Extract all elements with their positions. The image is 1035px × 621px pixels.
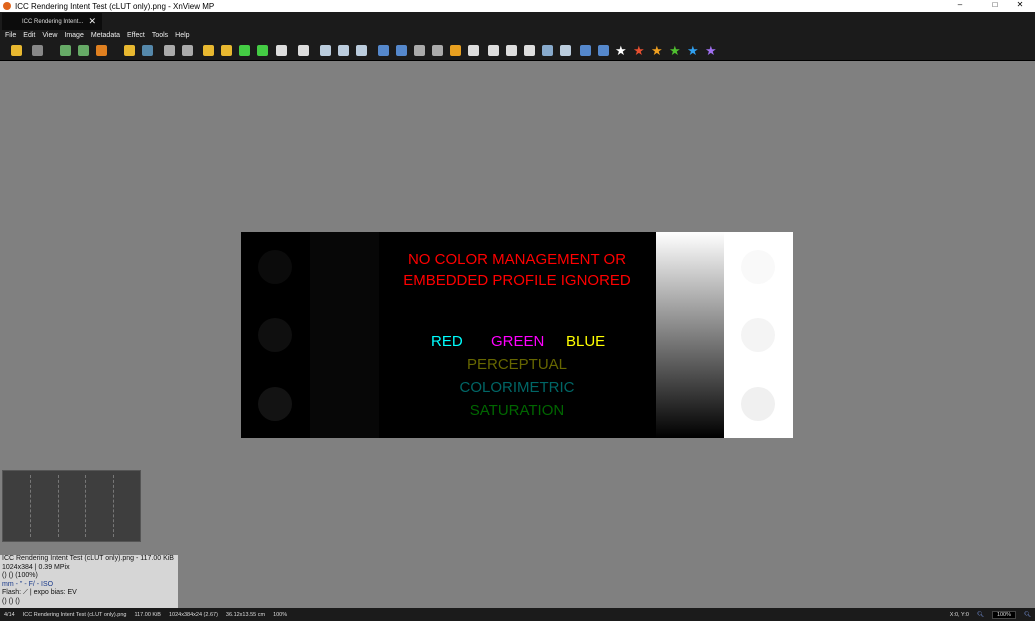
navigator-thumbnail[interactable] [2, 470, 141, 542]
status-physical: 36.12x13.55 cm [225, 611, 266, 618]
toolbar-button-24[interactable] [468, 45, 479, 56]
menu-effect[interactable]: Effect [127, 32, 145, 39]
toolbar-button-26[interactable] [506, 45, 517, 56]
menu-tools[interactable]: Tools [152, 32, 168, 39]
info-line: () () (100%) [2, 572, 38, 580]
menu-help[interactable]: Help [175, 32, 189, 39]
menu-file[interactable]: File [5, 32, 16, 39]
image-text-line1: NO COLOR MANAGEMENT OR [407, 251, 627, 268]
toolbar-button-29[interactable] [560, 45, 571, 56]
image-text-red: RED [431, 333, 463, 350]
circle [741, 387, 775, 421]
toolbar-button-7[interactable] [142, 45, 153, 56]
toolbar-button-1[interactable] [11, 45, 22, 56]
info-line: () () () [2, 597, 20, 605]
toolbar-button-19[interactable] [378, 45, 389, 56]
image-text-perceptual: PERCEPTUAL [466, 356, 568, 373]
toolbar-button-16[interactable] [320, 45, 331, 56]
rating-star-icon[interactable]: ★ [705, 43, 717, 59]
zoom-in-icon[interactable]: 🔍︎ [1024, 612, 1031, 618]
info-panel: ICC Rendering Intent Test (cLUT only).pn… [0, 555, 178, 608]
rating-star-icon[interactable]: ★ [687, 43, 699, 59]
toolbar-button-12[interactable] [239, 45, 250, 56]
toolbar-button-4[interactable] [78, 45, 89, 56]
toolbar-button-9[interactable] [182, 45, 193, 56]
rating-star-icon[interactable]: ★ [615, 43, 627, 59]
menu-metadata[interactable]: Metadata [91, 32, 120, 39]
minimize-button[interactable]: – [945, 0, 975, 9]
menu-image[interactable]: Image [64, 32, 83, 39]
toolbar-button-14[interactable] [276, 45, 287, 56]
toolbar-button-5[interactable] [96, 45, 107, 56]
info-line: 1024x384 | 0.39 MPix [2, 563, 70, 571]
image-strip [310, 232, 379, 438]
circle [258, 250, 292, 284]
rating-star-icon[interactable]: ★ [633, 43, 645, 59]
image-text-line2: EMBEDDED PROFILE IGNORED [403, 272, 631, 289]
toolbar-button-27[interactable] [524, 45, 535, 56]
status-index: 4/14 [4, 611, 15, 618]
toolbar-button-20[interactable] [396, 45, 407, 56]
status-coords: X:0, Y:0 [949, 611, 969, 618]
tab-bar: ICC Rendering Intent... ✕ [0, 12, 1035, 30]
image-text-green: GREEN [491, 333, 545, 350]
tab-label: ICC Rendering Intent... [22, 18, 84, 25]
image-text-blue: BLUE [566, 333, 606, 350]
toolbar-button-15[interactable] [298, 45, 309, 56]
status-zoom: 100% [273, 611, 288, 618]
toolbar-button-2[interactable] [32, 45, 43, 56]
status-size: 117.00 KiB [134, 611, 161, 618]
info-line: Flash: ⟋ | expo bias: EV [2, 589, 77, 597]
toolbar-button-11[interactable] [221, 45, 232, 56]
displayed-image: NO COLOR MANAGEMENT OR EMBEDDED PROFILE … [241, 232, 793, 438]
tab-close-icon[interactable]: ✕ [88, 16, 96, 27]
toolbar-button-23[interactable] [450, 45, 461, 56]
tab-image[interactable]: ICC Rendering Intent... ✕ [2, 13, 102, 30]
menu-bar: File Edit View Image Metadata Effect Tools Help [0, 30, 1035, 41]
circle [741, 318, 775, 352]
toolbar-button-18[interactable] [356, 45, 367, 56]
info-line: ICC Rendering Intent Test (cLUT only).pn… [2, 555, 174, 562]
toolbar-button-6[interactable] [124, 45, 135, 56]
image-text-colorimetric: COLORIMETRIC [459, 379, 575, 396]
toolbar-button-30[interactable] [580, 45, 591, 56]
status-dims: 1024x384x24 (2.67) [168, 611, 218, 618]
menu-edit[interactable]: Edit [23, 32, 35, 39]
menu-view[interactable]: View [42, 32, 57, 39]
toolbar-button-3[interactable] [60, 45, 71, 56]
rating-star-icon[interactable]: ★ [651, 43, 663, 59]
circle [258, 387, 292, 421]
circle [741, 250, 775, 284]
toolbar-button-25[interactable] [488, 45, 499, 56]
toolbar: ★ ★ ★ ★ ★ ★ [0, 41, 1035, 61]
white-panel [724, 232, 793, 438]
status-bar: 4/14 ICC Rendering Intent Test (cLUT onl… [0, 608, 1035, 621]
title-bar: ICC Rendering Intent Test (cLUT only).pn… [0, 0, 1035, 12]
zoom-input[interactable]: 100% [991, 610, 1017, 619]
close-button[interactable]: ✕ [1005, 0, 1035, 9]
toolbar-button-22[interactable] [432, 45, 443, 56]
window-title: ICC Rendering Intent Test (cLUT only).pn… [15, 1, 215, 11]
toolbar-button-10[interactable] [203, 45, 214, 56]
toolbar-button-21[interactable] [414, 45, 425, 56]
gradient-panel [656, 232, 724, 438]
toolbar-button-13[interactable] [257, 45, 268, 56]
status-filename: ICC Rendering Intent Test (cLUT only).pn… [22, 611, 127, 618]
image-text-saturation: SATURATION [469, 402, 565, 419]
toolbar-button-8[interactable] [164, 45, 175, 56]
toolbar-button-28[interactable] [542, 45, 553, 56]
toolbar-button-31[interactable] [598, 45, 609, 56]
rating-star-icon[interactable]: ★ [669, 43, 681, 59]
zoom-out-icon[interactable]: 🔍︎ [977, 612, 984, 618]
toolbar-button-17[interactable] [338, 45, 349, 56]
app-icon [3, 2, 11, 10]
circle [258, 318, 292, 352]
